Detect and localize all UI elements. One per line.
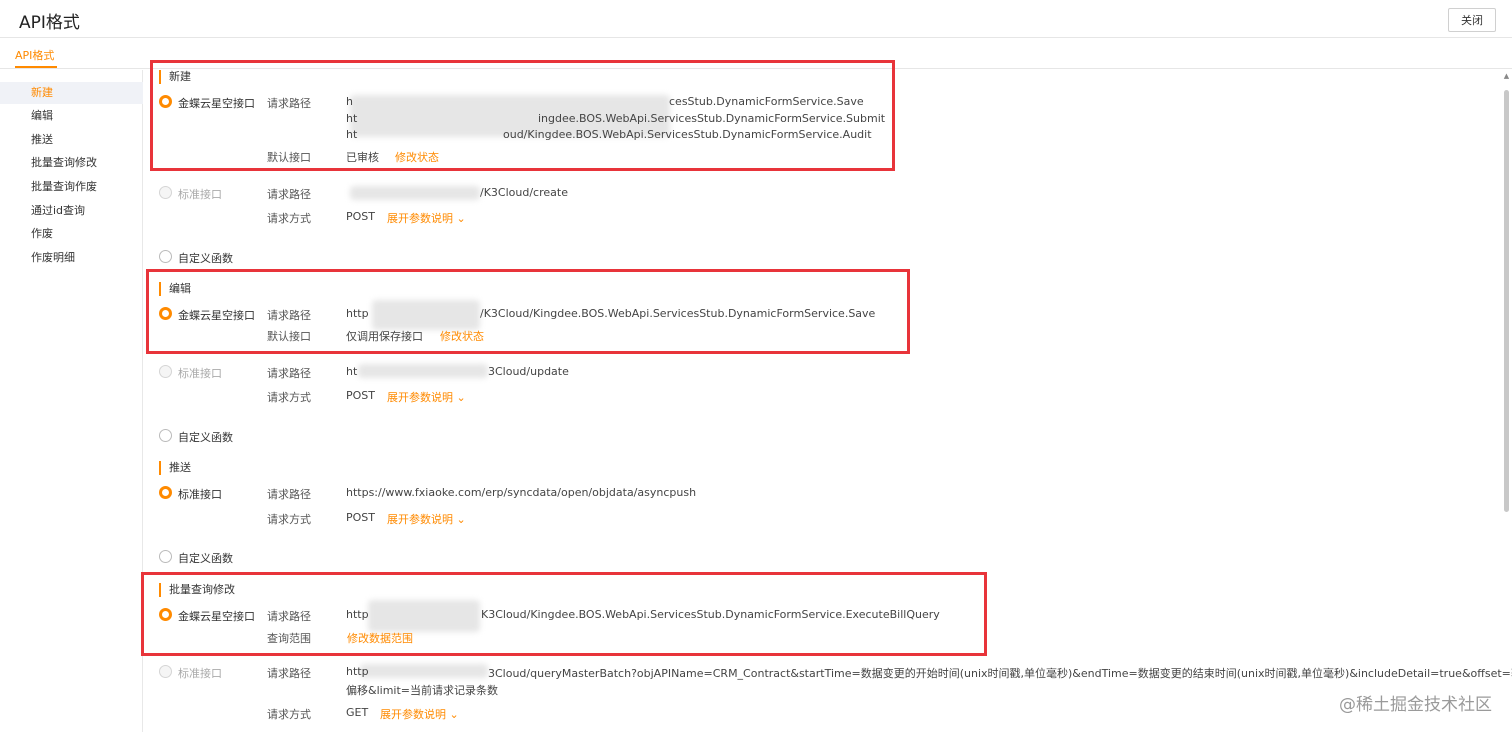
- expand-params-label: 展开参数说明: [387, 212, 453, 225]
- expand-params-link[interactable]: 展开参数说明 ⌄: [387, 389, 466, 405]
- chevron-down-icon: ⌄: [456, 513, 466, 526]
- option-label-custom-function: 自定义函数: [178, 431, 233, 444]
- expand-params-link[interactable]: 展开参数说明 ⌄: [387, 210, 466, 226]
- standard-path-value-cont: 偏移&limit=当前请求记录条数: [346, 684, 498, 697]
- chevron-down-icon: ⌄: [456, 212, 466, 225]
- chevron-down-icon: ⌄: [456, 391, 466, 404]
- standard-path-value: 3Cloud/update: [488, 365, 569, 378]
- radio-edit-custom[interactable]: [159, 429, 172, 442]
- field-label-request-method: 请求方式: [267, 708, 311, 721]
- expand-params-link[interactable]: 展开参数说明 ⌄: [380, 706, 459, 722]
- request-method-value: POST: [346, 210, 375, 223]
- standard-path-value: https://www.fxiaoke.com/erp/syncdata/ope…: [346, 486, 697, 499]
- field-label-request-path: 请求路径: [267, 188, 311, 201]
- redacted-block: [360, 664, 488, 678]
- watermark: @稀土掘金技术社区: [1339, 695, 1492, 715]
- sidebar-item-push[interactable]: 推送: [0, 129, 143, 151]
- option-label-custom-function: 自定义函数: [178, 552, 233, 565]
- sidebar-item-void-detail[interactable]: 作废明细: [0, 247, 143, 269]
- option-label-standard: 标准接口: [178, 488, 222, 501]
- radio-push-standard[interactable]: [159, 486, 172, 499]
- sidebar-item-edit[interactable]: 编辑: [0, 105, 143, 127]
- field-label-request-path: 请求路径: [267, 367, 311, 380]
- radio-push-custom[interactable]: [159, 550, 172, 563]
- redacted-block: [350, 186, 480, 200]
- sidebar-item-create[interactable]: 新建: [0, 82, 143, 104]
- field-label-request-method: 请求方式: [267, 212, 311, 225]
- option-label-custom-function: 自定义函数: [178, 252, 233, 265]
- sidebar-item-query-by-id[interactable]: 通过id查询: [0, 200, 143, 222]
- section-title-push: 推送: [159, 461, 191, 475]
- request-path-prefix: http: [346, 665, 369, 678]
- expand-params-label: 展开参数说明: [387, 513, 453, 526]
- sidebar-item-batch-query-modify[interactable]: 批量查询修改: [0, 152, 143, 174]
- tab-active-indicator: [15, 66, 57, 68]
- highlight-box: [146, 269, 910, 354]
- radio-edit-standard[interactable]: [159, 365, 172, 378]
- scroll-up-icon[interactable]: ▲: [1503, 72, 1510, 80]
- request-method-value: GET: [346, 706, 369, 719]
- page-title: API格式: [19, 13, 80, 33]
- field-label-request-path: 请求路径: [267, 667, 311, 680]
- scrollbar-thumb[interactable]: [1504, 90, 1509, 512]
- sidebar-item-void[interactable]: 作废: [0, 223, 143, 245]
- sidebar-item-batch-query-void[interactable]: 批量查询作废: [0, 176, 143, 198]
- redacted-block: [358, 364, 488, 378]
- scrollbar[interactable]: ▲: [1503, 72, 1510, 732]
- request-method-value: POST: [346, 511, 375, 524]
- sidebar: 新建 编辑 推送 批量查询修改 批量查询作废 通过id查询 作废 作废明细: [0, 70, 143, 732]
- field-label-request-method: 请求方式: [267, 391, 311, 404]
- close-button[interactable]: 关闭: [1448, 8, 1496, 32]
- standard-path-value: 3Cloud/queryMasterBatch?objAPIName=CRM_C…: [488, 667, 1512, 680]
- chevron-down-icon: ⌄: [449, 708, 459, 721]
- option-label-standard: 标准接口: [178, 667, 222, 680]
- option-label-standard: 标准接口: [178, 367, 222, 380]
- expand-params-link[interactable]: 展开参数说明 ⌄: [387, 511, 466, 527]
- expand-params-label: 展开参数说明: [380, 708, 446, 721]
- field-label-request-method: 请求方式: [267, 513, 311, 526]
- expand-params-label: 展开参数说明: [387, 391, 453, 404]
- request-path-prefix: ht: [346, 365, 358, 378]
- highlight-box: [141, 572, 987, 656]
- request-method-value: POST: [346, 389, 375, 402]
- radio-batch-standard[interactable]: [159, 665, 172, 678]
- field-label-request-path: 请求路径: [267, 488, 311, 501]
- highlight-box: [150, 60, 895, 171]
- radio-create-custom[interactable]: [159, 250, 172, 263]
- radio-create-standard[interactable]: [159, 186, 172, 199]
- standard-path-value: /K3Cloud/create: [480, 186, 568, 199]
- option-label-standard: 标准接口: [178, 188, 222, 201]
- window-header: API格式 关闭: [0, 0, 1512, 38]
- tab-api-format[interactable]: API格式: [15, 47, 54, 63]
